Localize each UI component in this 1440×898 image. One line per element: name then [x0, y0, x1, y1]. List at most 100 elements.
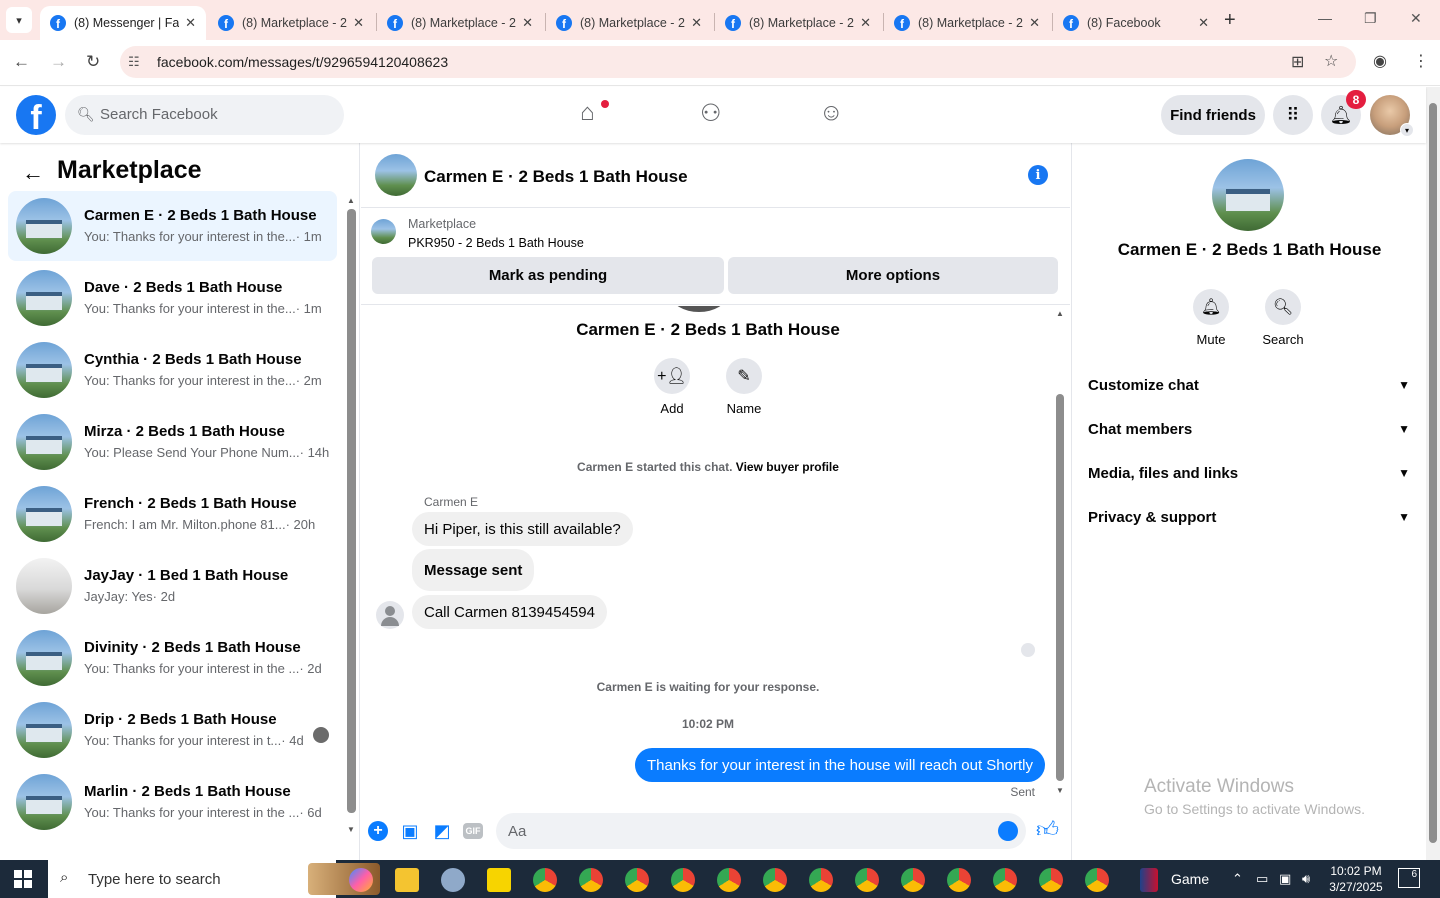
reload-icon[interactable]: ↻ [86, 52, 100, 72]
sticker-icon[interactable]: ◩ [431, 820, 453, 842]
conversation-item[interactable]: Drip · 2 Beds 1 Bath House You: Thanks f… [8, 695, 337, 765]
chrome-icon[interactable] [1085, 868, 1109, 892]
attach-image-icon[interactable]: ▣ [399, 820, 421, 842]
menu-grid-icon[interactable]: ⠿ [1273, 95, 1313, 135]
browser-tab[interactable]: f (8) Messenger | Facebook ✕ [40, 6, 206, 40]
back-icon[interactable]: ← [13, 52, 30, 72]
notification-center-icon[interactable]: 6 [1398, 868, 1420, 888]
browser-tab[interactable]: f (8) Marketplace - 2 Beds ✕ [546, 6, 712, 40]
close-icon[interactable]: ✕ [353, 15, 364, 31]
file-explorer-icon[interactable] [395, 868, 419, 892]
message-input[interactable]: Aa [496, 813, 1026, 849]
browser-menu-icon[interactable]: ⋮ [1413, 51, 1429, 71]
privacy-support-section[interactable]: Privacy & support ▼ [1088, 499, 1410, 535]
incoming-message[interactable]: Message sent [412, 549, 535, 591]
incoming-message[interactable]: Hi Piper, is this still available? [412, 512, 633, 546]
media-files-links-section[interactable]: Media, files and links ▼ [1088, 455, 1410, 491]
browser-tab[interactable]: f (8) Marketplace - 2 Beds ✕ [884, 6, 1050, 40]
browser-tab[interactable]: f (8) Marketplace - 2 Beds ✕ [377, 6, 543, 40]
chrome-icon[interactable] [809, 868, 833, 892]
bookmark-star-icon[interactable]: ☆ [1324, 51, 1338, 71]
close-icon[interactable]: ✕ [522, 15, 533, 31]
chat-scrollbar[interactable] [1056, 394, 1064, 781]
browser-tab[interactable]: f (8) Marketplace - 2 Beds ✕ [715, 6, 881, 40]
chrome-icon[interactable] [625, 868, 649, 892]
plus-icon[interactable]: + [368, 821, 388, 841]
conversation-item[interactable]: Cynthia · 2 Beds 1 Bath House You: Thank… [8, 335, 337, 405]
close-icon[interactable]: ✕ [185, 15, 196, 31]
windows-start-icon[interactable] [14, 870, 32, 888]
friends-icon[interactable]: ⚇ [700, 99, 722, 128]
incoming-message[interactable]: Call Carmen 8139454594 [412, 595, 607, 629]
account-avatar[interactable]: ▾ [1370, 95, 1414, 137]
nba-icon[interactable] [1140, 868, 1158, 892]
forward-icon[interactable]: → [50, 52, 67, 72]
close-icon[interactable]: ✕ [1198, 15, 1209, 31]
chrome-icon[interactable] [717, 868, 741, 892]
chrome-icon[interactable] [579, 868, 603, 892]
home-icon[interactable]: ⌂ [580, 99, 595, 127]
conversation-item[interactable]: JayJay · 1 Bed 1 Bath House JayJay: Yes·… [8, 551, 337, 621]
facebook-logo[interactable]: f [16, 95, 56, 135]
chrome-icon[interactable] [901, 868, 925, 892]
gif-icon[interactable]: GIF [463, 823, 483, 839]
listing-thumbnail[interactable] [371, 219, 396, 244]
chat-avatar[interactable] [375, 154, 417, 196]
tab-search-button[interactable]: ▾ [6, 7, 32, 33]
game-widget-label[interactable]: Game [1171, 871, 1209, 887]
close-icon[interactable]: ✕ [860, 15, 871, 31]
chrome-icon[interactable] [993, 868, 1017, 892]
taskbar-search-input[interactable]: ⌕ Type here to search [48, 860, 380, 898]
scroll-down-icon[interactable]: ▼ [347, 825, 355, 834]
new-tab-icon[interactable]: + [1224, 9, 1236, 32]
mark-as-pending-button[interactable]: Mark as pending [372, 257, 724, 294]
browser-tab[interactable]: f (8) Facebook ✕ [1053, 6, 1219, 40]
close-window-icon[interactable]: ✕ [1410, 10, 1422, 27]
details-avatar[interactable] [1212, 159, 1284, 231]
conversation-item[interactable]: Divinity · 2 Beds 1 Bath House You: Than… [8, 623, 337, 693]
chevron-up-icon[interactable]: ⌃ [1232, 871, 1243, 887]
chrome-icon[interactable] [671, 868, 695, 892]
thumbs-up-icon[interactable]: 👍︎ [1036, 816, 1059, 843]
site-info-icon[interactable]: ☷ [128, 54, 140, 70]
outgoing-message[interactable]: Thanks for your interest in the house wi… [634, 748, 1045, 782]
page-scrollbar[interactable] [1426, 87, 1440, 860]
chrome-icon[interactable] [855, 868, 879, 892]
conversation-item[interactable]: Carmen E · 2 Beds 1 Bath House You: Than… [8, 191, 337, 261]
restore-icon[interactable]: ❐ [1364, 10, 1377, 27]
chat-title[interactable]: Carmen E · 2 Beds 1 Bath House [424, 167, 688, 187]
chrome-icon[interactable] [1039, 868, 1063, 892]
name-button[interactable]: ✎ Name [714, 358, 774, 416]
profile-icon[interactable]: ◉ [1373, 51, 1387, 71]
conversation-item[interactable]: French · 2 Beds 1 Bath House French: I a… [8, 479, 337, 549]
close-icon[interactable]: ✕ [1029, 15, 1040, 31]
customize-chat-section[interactable]: Customize chat ▼ [1088, 367, 1410, 403]
url-field[interactable]: ☷ facebook.com/messages/t/92965941204086… [120, 46, 1356, 78]
conversation-item[interactable]: Mirza · 2 Beds 1 Bath House You: Please … [8, 407, 337, 477]
chat-members-section[interactable]: Chat members ▼ [1088, 411, 1410, 447]
groups-icon[interactable]: ☺ [819, 99, 844, 127]
more-options-button[interactable]: More options [728, 257, 1058, 294]
conversation-item[interactable]: Dave · 2 Beds 1 Bath House You: Thanks f… [8, 263, 337, 333]
volume-icon[interactable]: 🔊︎ [1302, 871, 1310, 887]
chrome-icon[interactable] [947, 868, 971, 892]
minimize-icon[interactable]: — [1318, 10, 1332, 26]
network-icon[interactable]: ▣ [1279, 871, 1291, 887]
browser-tab[interactable]: f (8) Marketplace - 2 Beds ✕ [208, 6, 374, 40]
chrome-icon[interactable] [763, 868, 787, 892]
copilot-icon[interactable] [349, 868, 373, 892]
taskbar-clock[interactable]: 10:02 PM 3/27/2025 [1325, 863, 1387, 895]
find-friends-button[interactable]: Find friends [1161, 95, 1265, 135]
mute-button[interactable]: 🔔︎ Mute [1176, 289, 1246, 347]
view-buyer-profile-link[interactable]: View buyer profile [736, 460, 839, 474]
sticky-notes-icon[interactable] [487, 868, 511, 892]
search-button[interactable]: 🔍︎ Search [1248, 289, 1318, 347]
conversation-item[interactable]: Marlin · 2 Beds 1 Bath House You: Thanks… [8, 767, 337, 837]
scroll-up-icon[interactable]: ▲ [1056, 309, 1064, 318]
info-icon[interactable]: i [1028, 165, 1048, 185]
back-arrow-icon[interactable]: ← [22, 160, 44, 186]
app-icon[interactable] [441, 868, 465, 892]
facebook-search-input[interactable]: 🔍︎ Search Facebook [65, 95, 344, 135]
install-app-icon[interactable]: ⊞ [1291, 52, 1304, 72]
conversation-scrollbar[interactable] [347, 209, 356, 813]
